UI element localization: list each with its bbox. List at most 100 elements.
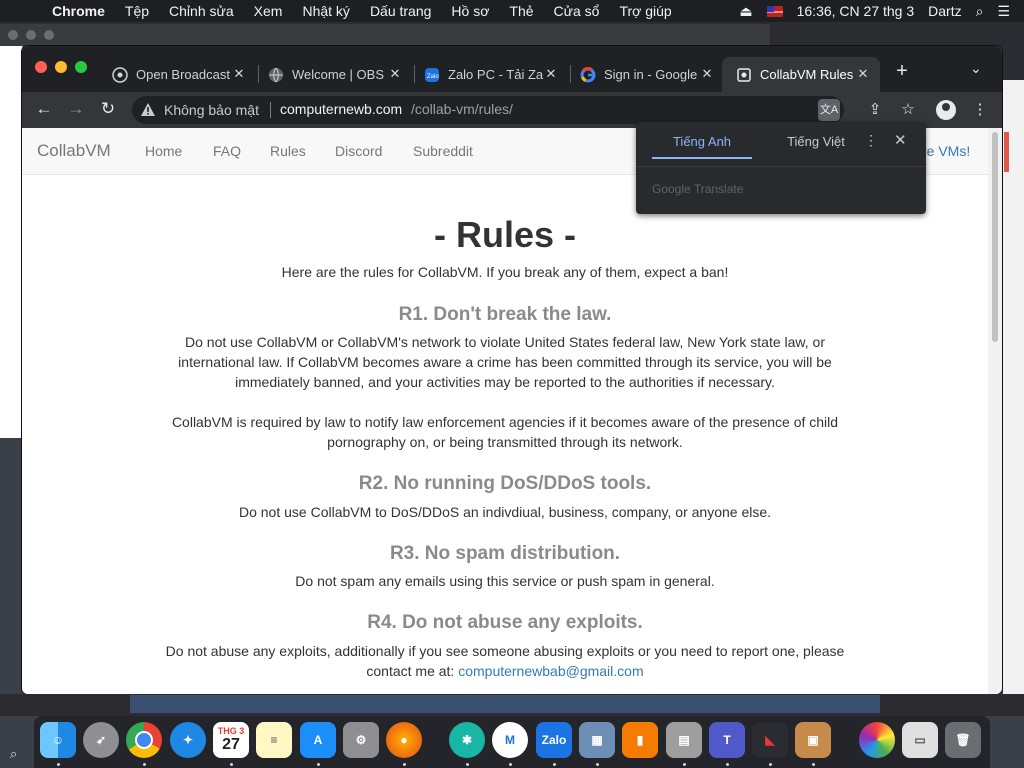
tab-label: Welcome | OBS xyxy=(292,67,384,82)
warning-icon[interactable] xyxy=(140,102,156,118)
nav-subreddit[interactable]: Subreddit xyxy=(413,143,473,159)
profile-avatar-icon[interactable] xyxy=(936,100,956,120)
tab-obs[interactable]: Open Broadcast ✕ xyxy=(98,57,256,92)
tab-collabvm-rules[interactable]: CollabVM Rules ✕ xyxy=(722,57,880,92)
dock-running-dot xyxy=(596,763,599,766)
photos-icon[interactable] xyxy=(859,722,895,758)
translate-icon[interactable]: 文A xyxy=(818,99,840,121)
spotlight-icon[interactable]: ⌕ xyxy=(976,3,984,20)
scrollbar-thumb[interactable] xyxy=(992,132,998,342)
rule-1-heading: R1. Don't break the law. xyxy=(398,304,612,325)
menu-tab[interactable]: Thẻ xyxy=(509,3,533,19)
menu-history[interactable]: Nhật ký xyxy=(302,3,349,19)
utility-icon[interactable]: ▤ xyxy=(666,722,702,758)
eject-icon[interactable]: ⏏ xyxy=(739,3,752,20)
dock-running-dot xyxy=(57,763,60,766)
tab-strip: Open Broadcast ✕ Welcome | OBS ✕ Zalo Za… xyxy=(22,46,1002,92)
menu-edit[interactable]: Chỉnh sửa xyxy=(169,3,234,19)
calendar-month: THG 3 xyxy=(217,726,245,736)
bookmark-star-icon[interactable]: ☆ xyxy=(898,100,918,118)
close-icon[interactable]: ✕ xyxy=(856,66,870,82)
menu-bar-status: ⏏ 16:36, CN 27 thg 3 Dartz ⌕ ☰ xyxy=(739,0,1024,22)
nav-faq[interactable]: FAQ xyxy=(213,143,241,159)
finder-icon[interactable]: ☺ xyxy=(40,722,76,758)
tab-label: Zalo PC - Tải Za xyxy=(448,67,544,82)
translate-options-icon[interactable]: ⋮ xyxy=(864,132,878,149)
notes-icon[interactable]: ≡ xyxy=(256,722,292,758)
forward-button[interactable]: → xyxy=(65,99,87,119)
site-brand[interactable]: CollabVM xyxy=(37,141,111,161)
chevron-down-icon[interactable]: ⌄ xyxy=(970,60,982,77)
translate-close-icon[interactable]: ✕ xyxy=(894,131,907,149)
dock-running-dot xyxy=(509,763,512,766)
dock-running-dot xyxy=(466,763,469,766)
google-icon xyxy=(580,66,596,83)
close-icon[interactable]: ✕ xyxy=(388,66,402,82)
nav-discord[interactable]: Discord xyxy=(335,143,382,159)
url-host[interactable]: computernewb.com xyxy=(280,101,402,117)
back-button[interactable]: ← xyxy=(33,99,55,119)
translate-tab-source[interactable]: Tiếng Anh xyxy=(652,134,752,149)
trash-icon[interactable]: 🗑 xyxy=(945,722,981,758)
rule-4-paragraph: Do not abuse any exploits, additionally … xyxy=(152,641,858,681)
firefox-icon[interactable]: ● xyxy=(386,722,422,758)
nav-rules[interactable]: Rules xyxy=(270,143,306,159)
tab-zalo[interactable]: Zalo Zalo PC - Tải Za ✕ xyxy=(410,57,568,92)
calendar-icon[interactable]: THG 3 27 xyxy=(213,722,249,758)
accessibility-app-icon[interactable]: ✱ xyxy=(449,722,485,758)
menu-file[interactable]: Tệp xyxy=(125,3,149,19)
close-icon[interactable]: ✕ xyxy=(544,66,558,82)
reload-button[interactable]: ↻ xyxy=(97,99,119,119)
translate-footer: Google Translate xyxy=(652,182,744,196)
teams-icon[interactable]: T xyxy=(709,722,745,758)
dock-running-dot xyxy=(317,763,320,766)
menu-profiles[interactable]: Hồ sơ xyxy=(451,3,489,19)
system-preferences-icon[interactable]: ⚙ xyxy=(343,722,379,758)
chrome-icon[interactable] xyxy=(126,722,162,758)
background-window-accent xyxy=(1004,132,1009,172)
dock: ☺ ➶ ✦ THG 3 27 ≡ A ⚙ ● ✱ M Zalo ▦ ▮ ▤ T ◣… xyxy=(34,716,990,768)
new-tab-button[interactable]: + xyxy=(892,60,912,83)
security-status[interactable]: Không bảo mật xyxy=(164,102,259,118)
hotspot-icon[interactable]: ◣ xyxy=(752,722,788,758)
safari-icon[interactable]: ✦ xyxy=(170,722,206,758)
menu-app-name[interactable]: Chrome xyxy=(52,3,105,19)
launchpad-icon[interactable]: ➶ xyxy=(83,722,119,758)
menu-help[interactable]: Trợ giúp xyxy=(619,3,671,19)
menu-window[interactable]: Cửa sổ xyxy=(554,3,600,19)
rule-4-heading: R4. Do not abuse any exploits. xyxy=(367,612,643,633)
share-icon[interactable]: ⇪ xyxy=(865,100,885,118)
translate-tab-target[interactable]: Tiếng Việt xyxy=(766,134,866,149)
nav-home[interactable]: Home xyxy=(145,143,182,159)
close-icon[interactable]: ✕ xyxy=(700,66,714,82)
menu-user[interactable]: Dartz xyxy=(928,3,961,19)
app-store-icon[interactable]: A xyxy=(300,722,336,758)
messenger-icon[interactable]: M xyxy=(492,722,528,758)
close-icon[interactable]: ✕ xyxy=(232,66,246,82)
zalo-icon: Zalo xyxy=(424,67,440,83)
window-minimize-button[interactable] xyxy=(55,61,67,73)
address-divider xyxy=(270,102,271,118)
more-menu-icon[interactable]: ⋮ xyxy=(970,100,990,118)
window-zoom-button[interactable] xyxy=(75,61,87,73)
archiver-icon[interactable]: ▦ xyxy=(579,722,615,758)
window-close-button[interactable] xyxy=(35,61,47,73)
background-window-titlebar xyxy=(0,24,770,46)
menu-bookmarks[interactable]: Dấu trang xyxy=(370,3,431,19)
address-bar[interactable]: Không bảo mật computernewb.com /collab-v… xyxy=(132,96,844,124)
contact-email-link[interactable]: computernewbab@gmail.com xyxy=(458,663,643,679)
input-flag-icon[interactable] xyxy=(766,5,783,17)
search-icon[interactable]: ⌕ xyxy=(10,746,26,762)
page-scrollbar[interactable] xyxy=(988,128,1002,694)
preview-icon[interactable]: ▭ xyxy=(902,722,938,758)
nav-more-vms[interactable]: re VMs! xyxy=(922,143,970,159)
menu-clock[interactable]: 16:36, CN 27 thg 3 xyxy=(797,3,915,19)
tab-welcome-obs[interactable]: Welcome | OBS ✕ xyxy=(254,57,412,92)
control-center-icon[interactable]: ☰ xyxy=(997,3,1010,20)
zalo-dock-icon[interactable]: Zalo xyxy=(536,722,572,758)
menu-view[interactable]: Xem xyxy=(254,3,283,19)
url-path[interactable]: /collab-vm/rules/ xyxy=(411,101,513,117)
books-icon[interactable]: ▮ xyxy=(622,722,658,758)
tab-google-signin[interactable]: Sign in - Google ✕ xyxy=(566,57,724,92)
box-icon[interactable]: ▣ xyxy=(795,722,831,758)
